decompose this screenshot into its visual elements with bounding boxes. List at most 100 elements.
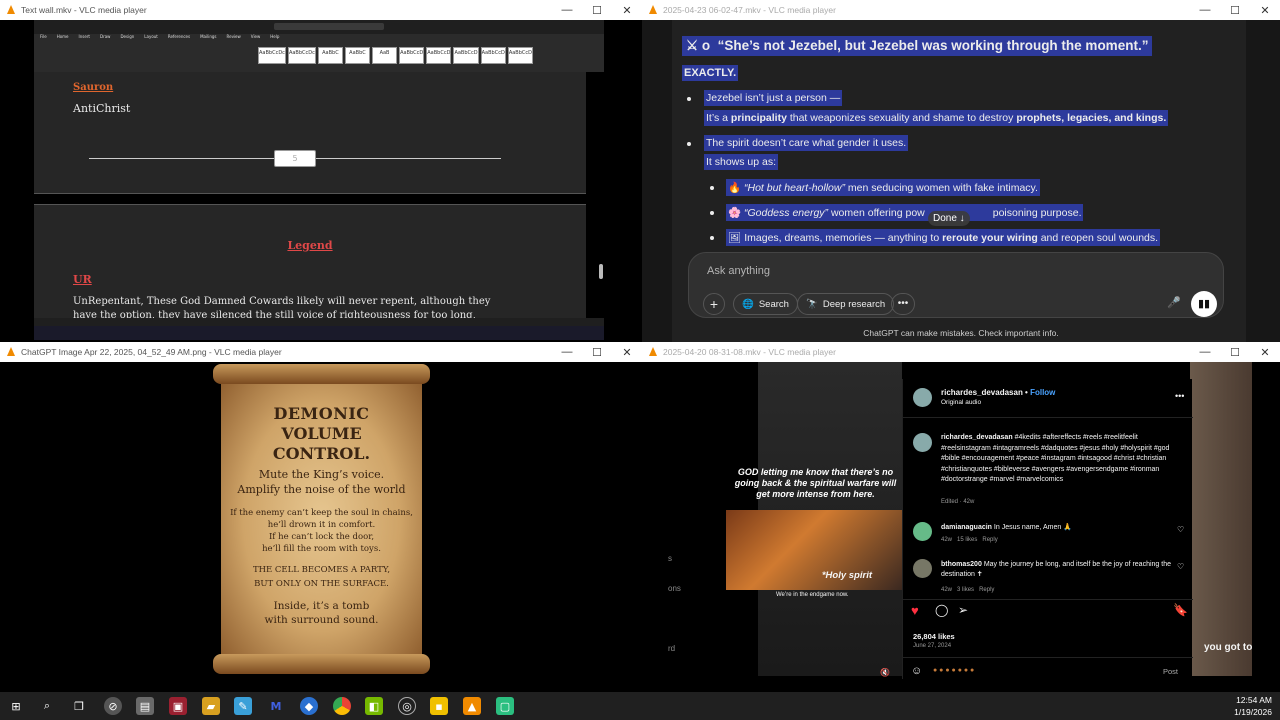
- post-button[interactable]: Post: [1163, 667, 1178, 676]
- minimize-button[interactable]: —: [552, 342, 582, 362]
- reply-button[interactable]: Reply: [979, 587, 994, 593]
- bullet-2-line-2: It shows up as:: [704, 154, 779, 170]
- telescope-icon: 🔭: [806, 298, 818, 310]
- disclaimer: ChatGPT can make mistakes. Check importa…: [863, 328, 1059, 338]
- maximize-button[interactable]: ☐: [582, 0, 612, 20]
- vlc-window-chatgpt[interactable]: 2025-04-23 06-02-47.mkv - VLC media play…: [642, 0, 1280, 342]
- scroll-para-3: If he can’t lock the door,: [268, 532, 375, 542]
- avatar[interactable]: [913, 522, 932, 541]
- mute-icon[interactable]: 🔇: [880, 668, 890, 677]
- maximize-button[interactable]: ☐: [1220, 342, 1250, 362]
- vlc-window-text-wall[interactable]: Text wall.mkv - VLC media player — ☐ ✕ F…: [0, 0, 642, 342]
- bookmark-icon[interactable]: 🔖: [1173, 603, 1188, 617]
- heading-legend: Legend: [287, 239, 333, 252]
- audio-label[interactable]: Original audio: [941, 399, 981, 406]
- emoji-row[interactable]: ● ● ● ● ● ● ●: [933, 667, 974, 674]
- scroll-title-3: CONTROL.: [272, 444, 371, 463]
- app-icon-7[interactable]: ◆: [300, 697, 318, 715]
- sub-bullet-3: 🖼 Images, dreams, memories — anything to…: [726, 229, 1161, 246]
- prompt-box[interactable]: Ask anything + 🌐 Search 🔭 Deep research ••…: [688, 252, 1224, 318]
- side-text: rd: [668, 644, 676, 653]
- file-explorer-icon[interactable]: ▰: [202, 697, 220, 715]
- bullet: [710, 211, 714, 215]
- word-ribbon: File Home Insert Draw Design Layout References…: [34, 20, 604, 72]
- more-options-icon[interactable]: •••: [1175, 391, 1184, 401]
- emoji-icon[interactable]: ☺: [911, 665, 922, 677]
- scroll-end-2: with surround sound.: [264, 614, 379, 626]
- instagram-panel: richardes_devadasan • Follow Original au…: [902, 379, 1193, 679]
- heart-icon[interactable]: ♡: [1177, 562, 1184, 571]
- more-options-icon[interactable]: •••: [891, 293, 915, 315]
- holy-spirit-caption: *Holy spirit: [821, 570, 872, 581]
- bullet-1-line-1: Jezebel isn’t just a person —: [704, 90, 843, 106]
- app-icon-13[interactable]: ▢: [496, 697, 514, 715]
- title-bar[interactable]: Text wall.mkv - VLC media player — ☐ ✕: [0, 0, 642, 20]
- minimize-button[interactable]: —: [1190, 0, 1220, 20]
- app-icon-2[interactable]: ▤: [136, 697, 154, 715]
- windows-start-icon[interactable]: ⊞: [7, 697, 25, 715]
- search-icon[interactable]: ⌕: [38, 697, 56, 715]
- globe-icon: 🌐: [742, 298, 754, 310]
- close-button[interactable]: ✕: [612, 342, 642, 362]
- scroll-caps-2: BUT ONLY ON THE SURFACE.: [254, 579, 389, 589]
- avatar[interactable]: [913, 433, 932, 452]
- vlc-taskbar-icon[interactable]: ▲: [463, 697, 481, 715]
- comment-1-meta: 42w 15 likes Reply: [941, 537, 998, 543]
- close-button[interactable]: ✕: [612, 0, 642, 20]
- app-icon-6[interactable]: M: [267, 697, 285, 715]
- nvidia-icon[interactable]: ◧: [365, 697, 383, 715]
- like-count[interactable]: 26,804 likes: [913, 632, 955, 641]
- maximize-button[interactable]: ☐: [582, 342, 612, 362]
- parchment-scroll: DEMONIC VOLUME CONTROL. Mute the King’s …: [213, 362, 430, 676]
- scroll-para-1: If the enemy can’t keep the soul in chai…: [230, 508, 413, 518]
- add-icon[interactable]: +: [703, 293, 725, 315]
- like-icon[interactable]: ♥: [911, 603, 919, 618]
- face-caption: you got to: [1204, 642, 1253, 653]
- app-icon-1[interactable]: ⊘: [104, 697, 122, 715]
- voice-mode-icon[interactable]: ▮▮: [1191, 291, 1217, 317]
- image-area: DEMONIC VOLUME CONTROL. Mute the King’s …: [0, 362, 642, 692]
- scroll-end-1: Inside, it’s a tomb: [273, 600, 370, 612]
- prompt-input[interactable]: Ask anything: [707, 265, 770, 277]
- heading-ur: UR: [73, 273, 92, 286]
- slider-knob[interactable]: 5: [274, 150, 316, 167]
- scroll-para-4: he’ll fill the room with toys.: [262, 544, 381, 554]
- heart-icon[interactable]: ♡: [1177, 525, 1184, 534]
- comment-icon[interactable]: ◯: [935, 603, 948, 617]
- minimize-button[interactable]: —: [1190, 342, 1220, 362]
- chatgpt-screen: ⚔ o “She’s not Jezebel, but Jezebel was …: [642, 20, 1280, 342]
- title-bar[interactable]: 2025-04-23 06-02-47.mkv - VLC media play…: [642, 0, 1280, 20]
- share-icon[interactable]: ➢: [958, 603, 968, 617]
- app-icon-5[interactable]: ✎: [234, 697, 252, 715]
- close-button[interactable]: ✕: [1250, 0, 1280, 20]
- done-scroll-button[interactable]: Done ↓: [928, 211, 970, 226]
- scrollbar-thumb[interactable]: [599, 264, 603, 279]
- vlc-window-instagram[interactable]: 2025-04-20 08-31-08.mkv - VLC media play…: [642, 342, 1280, 692]
- minimize-button[interactable]: —: [552, 0, 582, 20]
- window-title: Text wall.mkv - VLC media player: [21, 5, 147, 15]
- title-bar[interactable]: ChatGPT Image Apr 22, 2025, 04_52_49 AM.…: [0, 342, 642, 362]
- sticky-notes-icon[interactable]: ▪: [430, 697, 448, 715]
- reel-video[interactable]: *Holy spirit: [726, 510, 902, 590]
- search-button[interactable]: 🌐 Search: [733, 293, 798, 315]
- app-icon-3[interactable]: ▣: [169, 697, 187, 715]
- username[interactable]: richardes_devadasan • Follow: [941, 388, 1055, 397]
- bullet: [710, 186, 714, 190]
- microphone-icon[interactable]: 🎤: [1167, 296, 1181, 309]
- heading-sauron: Sauron: [73, 82, 114, 93]
- maximize-button[interactable]: ☐: [1220, 0, 1250, 20]
- avatar[interactable]: [913, 388, 932, 407]
- deep-research-button[interactable]: 🔭 Deep research: [797, 293, 895, 315]
- chrome-icon[interactable]: [333, 697, 351, 715]
- avatar[interactable]: [913, 559, 932, 578]
- vlc-window-scroll-image[interactable]: ChatGPT Image Apr 22, 2025, 04_52_49 AM.…: [0, 342, 642, 692]
- title-bar[interactable]: 2025-04-20 08-31-08.mkv - VLC media play…: [642, 342, 1280, 362]
- reply-button[interactable]: Reply: [982, 537, 997, 543]
- scroll-title-2: VOLUME: [281, 424, 362, 443]
- close-button[interactable]: ✕: [1250, 342, 1280, 362]
- app-icon-10[interactable]: ◎: [398, 697, 416, 715]
- bullet: [687, 142, 691, 146]
- system-clock[interactable]: 12:54 AM 1/19/2026: [1234, 694, 1272, 718]
- task-view-icon[interactable]: ❐: [70, 697, 88, 715]
- comment-1: damianaguacin In Jesus name, Amen 🙏: [941, 524, 1072, 531]
